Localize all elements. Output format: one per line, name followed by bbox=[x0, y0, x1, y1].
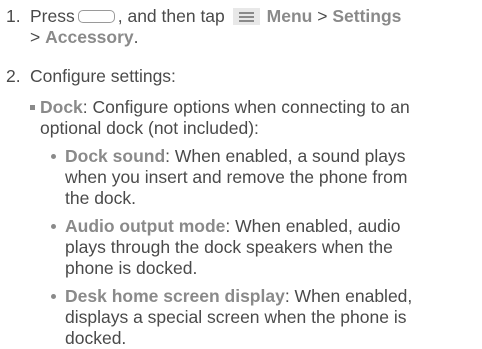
press-text: Press bbox=[30, 6, 75, 26]
dot-bullet-icon bbox=[51, 294, 56, 299]
item-line: Dock sound: When enabled, a sound plays bbox=[65, 146, 471, 167]
list-item: Dock sound: When enabled, a sound plays … bbox=[51, 146, 471, 209]
item-desc: : When enabled, bbox=[284, 286, 413, 306]
step-1: 1. Press , and then tap Menu > Settings >… bbox=[6, 6, 476, 50]
period: . bbox=[133, 27, 139, 47]
settings-label: Settings bbox=[332, 6, 402, 26]
dot-bullet-icon bbox=[51, 224, 56, 229]
item-line: displays a special screen when the phone… bbox=[65, 307, 407, 327]
item-desc: : When enabled, audio bbox=[225, 216, 401, 236]
item-line: the dock. bbox=[65, 188, 137, 208]
separator: > bbox=[317, 6, 328, 26]
item-line: Desk home screen display: When enabled, bbox=[65, 286, 471, 307]
dock-label: Dock bbox=[40, 97, 83, 117]
menu-label: Menu bbox=[266, 6, 313, 26]
item-label: Desk home screen display bbox=[65, 286, 285, 306]
item-line: phone is docked. bbox=[65, 258, 198, 278]
separator: > bbox=[30, 27, 41, 47]
step-number: 2. bbox=[6, 66, 21, 86]
accessory-label: Accessory bbox=[45, 27, 134, 47]
home-key-icon bbox=[77, 10, 115, 23]
step-number: 1. bbox=[6, 6, 21, 26]
list-item: Desk home screen display: When enabled, … bbox=[51, 286, 471, 349]
step-line: > Accessory. bbox=[30, 27, 476, 48]
dot-bullet-icon bbox=[51, 154, 56, 159]
item-line: Audio output mode: When enabled, audio bbox=[65, 216, 471, 237]
dock-desc: : Configure options when connecting to a… bbox=[82, 97, 410, 117]
step-line: Press , and then tap Menu > Settings bbox=[30, 6, 476, 27]
step-text: Press , and then tap Menu > Settings > Ac… bbox=[30, 6, 476, 48]
menu-icon bbox=[232, 8, 260, 25]
item-label: Audio output mode bbox=[65, 216, 226, 236]
item-label: Dock sound bbox=[65, 146, 166, 166]
step-text: Configure settings: bbox=[30, 66, 176, 86]
dock-bullet: Dock: Configure options when connecting … bbox=[30, 97, 476, 141]
instruction-page: 1. Press , and then tap Menu > Settings >… bbox=[0, 0, 482, 349]
then-tap-text: , and then tap bbox=[117, 6, 225, 26]
item-text: Audio output mode: When enabled, audio p… bbox=[65, 216, 471, 279]
item-line: plays through the dock speakers when the bbox=[65, 237, 393, 257]
item-desc: : When enabled, a sound plays bbox=[165, 146, 406, 166]
step-2: 2. Configure settings: bbox=[6, 66, 476, 88]
dock-line-2: optional dock (not included): bbox=[40, 118, 259, 138]
item-text: Desk home screen display: When enabled, … bbox=[65, 286, 471, 349]
square-bullet-icon bbox=[30, 105, 35, 110]
dock-line-1: Dock: Configure options when connecting … bbox=[40, 97, 476, 118]
item-line: when you insert and remove the phone fro… bbox=[65, 167, 408, 187]
item-line: docked. bbox=[65, 328, 127, 348]
list-item: Audio output mode: When enabled, audio p… bbox=[51, 216, 471, 279]
item-text: Dock sound: When enabled, a sound plays … bbox=[65, 146, 471, 209]
